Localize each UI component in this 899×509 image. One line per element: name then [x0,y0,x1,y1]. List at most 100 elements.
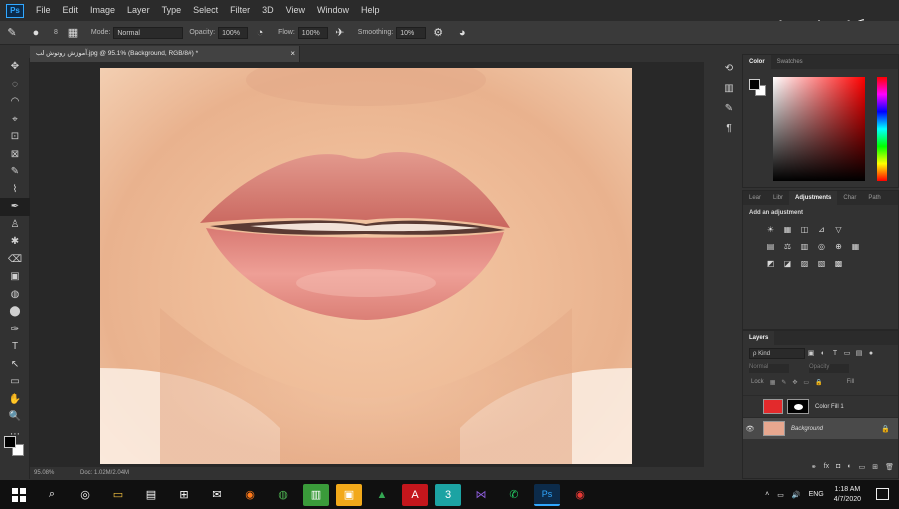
color-fill-thumbnail[interactable] [763,399,783,414]
history-brush-tool-icon[interactable]: ✱ [0,233,30,251]
panel-foreground-color-swatch[interactable] [749,79,760,90]
tab-adjustments[interactable]: Adjustments [789,191,838,205]
background-thumbnail[interactable] [763,421,785,436]
link-layers-icon[interactable]: ⚭ [811,463,817,475]
eraser-tool-icon[interactable]: ⌫ [0,251,30,269]
tab-color[interactable]: Color [743,55,771,69]
filter-adjustment-icon[interactable]: ◐ [817,350,829,357]
mode-select[interactable]: Normal [113,26,184,39]
mail-icon[interactable]: ✉ [204,484,230,506]
menu-file[interactable]: File [30,0,57,21]
properties-panel-icon[interactable]: ▥ [718,78,740,98]
filter-toggle-icon[interactable]: ● [865,350,877,357]
close-icon[interactable]: × [290,46,295,62]
filter-shape-icon[interactable]: ▭ [841,349,853,357]
healing-brush-tool-icon[interactable]: ⌇ [0,181,30,199]
gradient-tool-icon[interactable]: ▣ [0,268,30,286]
lasso-tool-icon[interactable]: ◠ [0,93,30,111]
eye-icon[interactable]: 👁 [743,425,757,433]
brush-settings-icon[interactable]: ✎ [718,98,740,118]
whatsapp-icon[interactable]: ✆ [501,484,527,506]
hand-tool-icon[interactable]: ✋ [0,391,30,409]
new-adjustment-icon[interactable]: ◐ [847,463,851,475]
menu-layer[interactable]: Layer [121,0,156,21]
lock-move-icon[interactable]: ✥ [792,379,797,386]
tab-swatches[interactable]: Swatches [771,55,809,69]
path-selection-tool-icon[interactable]: ↖ [0,356,30,374]
camtasia-icon[interactable]: ▥ [303,483,329,506]
posterize-icon[interactable]: ◪ [780,258,795,269]
canvas-area[interactable] [30,62,704,467]
lock-transparent-icon[interactable]: ▦ [770,379,776,386]
color-picker-field[interactable] [773,77,865,181]
task-view-icon[interactable]: ◎ [72,484,98,506]
document-tab[interactable]: آموزش روتوش لب.jpg @ 95.1% (Background, … [30,46,300,62]
blend-mode-select[interactable]: Normal [749,363,789,373]
layer-row-background[interactable]: 👁 Background 🔒 [743,417,898,439]
frame-tool-icon[interactable]: ⊠ [0,146,30,164]
new-layer-icon[interactable]: ⊞ [872,463,878,475]
brush-preset-icon[interactable]: ● [29,26,43,40]
opacity-field[interactable]: 100% [218,26,249,39]
levels-icon[interactable]: ▦ [780,224,795,235]
chrome-icon[interactable]: ◍ [270,484,296,506]
menu-window[interactable]: Window [311,0,355,21]
visual-studio-icon[interactable]: ⋈ [468,484,494,506]
clone-stamp-tool-icon[interactable]: ♙ [0,216,30,234]
volume-icon[interactable]: 🔊 [792,491,801,499]
crop-tool-icon[interactable]: ⊡ [0,128,30,146]
selective-color-icon[interactable]: ▧ [814,258,829,269]
recorder-icon[interactable]: ◉ [567,484,593,506]
brush-tool-icon[interactable]: ✒ [0,198,30,216]
blur-tool-icon[interactable]: ◍ [0,286,30,304]
store-icon[interactable]: ⊞ [171,484,197,506]
tab-libraries[interactable]: Libr [767,191,789,205]
tab-learn[interactable]: Lear [743,191,767,205]
pressure-size-icon[interactable]: ◕ [455,26,469,40]
airbrush-icon[interactable]: ✈ [333,26,347,40]
history-panel-icon[interactable]: ⟲ [718,58,740,78]
photoshop-taskbar-icon[interactable]: Ps [534,483,560,506]
delete-layer-icon[interactable]: 🗑 [885,463,894,475]
lock-artboard-icon[interactable]: ▭ [803,379,809,386]
notification-icon[interactable] [876,488,889,500]
document-canvas-image[interactable] [100,68,632,464]
tab-character[interactable]: Char [837,191,862,205]
menu-edit[interactable]: Edit [57,0,85,21]
menu-help[interactable]: Help [355,0,386,21]
tab-paths[interactable]: Path [862,191,886,205]
channel-mixer-icon[interactable]: ⊕ [831,241,846,252]
photo-filter-icon[interactable]: ◎ [814,241,829,252]
layer-name[interactable]: Color Fill 1 [815,404,844,410]
layer-mask-thumbnail[interactable] [787,399,809,414]
color-swatches[interactable] [4,436,26,458]
brush-panel-icon[interactable]: ▦ [66,26,80,40]
search-icon[interactable]: ⌕ [39,484,65,506]
layer-kind-filter[interactable]: ρ Kind [749,347,805,359]
file-explorer-icon[interactable]: ▭ [105,484,131,506]
language-indicator[interactable]: ENG [809,491,824,498]
new-group-icon[interactable]: ▭ [859,463,866,475]
color-lookup-icon[interactable]: ▦ [848,241,863,252]
pen-tool-icon[interactable]: ✑ [0,321,30,339]
flow-field[interactable]: 100% [297,26,328,39]
hue-slider[interactable] [877,77,887,181]
gradient-map-icon[interactable]: ▩ [831,258,846,269]
calculator-icon[interactable]: ▤ [138,484,164,506]
threshold-icon[interactable]: ▨ [797,258,812,269]
hue-saturation-icon[interactable]: ▤ [763,241,778,252]
layer-row-color-fill[interactable]: Color Fill 1 [743,395,898,417]
menu-type[interactable]: Type [156,0,188,21]
notes-icon[interactable]: ▣ [336,483,362,506]
move-tool-icon[interactable]: ✥ [0,58,30,76]
black-white-icon[interactable]: ▥ [797,241,812,252]
brush-tool-icon[interactable]: ✎ [5,26,19,40]
lock-brush-icon[interactable]: ✎ [781,379,786,386]
filter-pixel-icon[interactable]: ▣ [805,349,817,357]
network-icon[interactable]: ▭ [777,491,784,499]
zoom-tool-icon[interactable]: 🔍 [0,408,30,426]
firefox-icon[interactable]: ◉ [237,484,263,506]
windows-start-icon[interactable] [6,484,32,506]
color-balance-icon[interactable]: ⚖ [780,241,795,252]
chevron-up-icon[interactable]: ˄ [765,491,769,498]
